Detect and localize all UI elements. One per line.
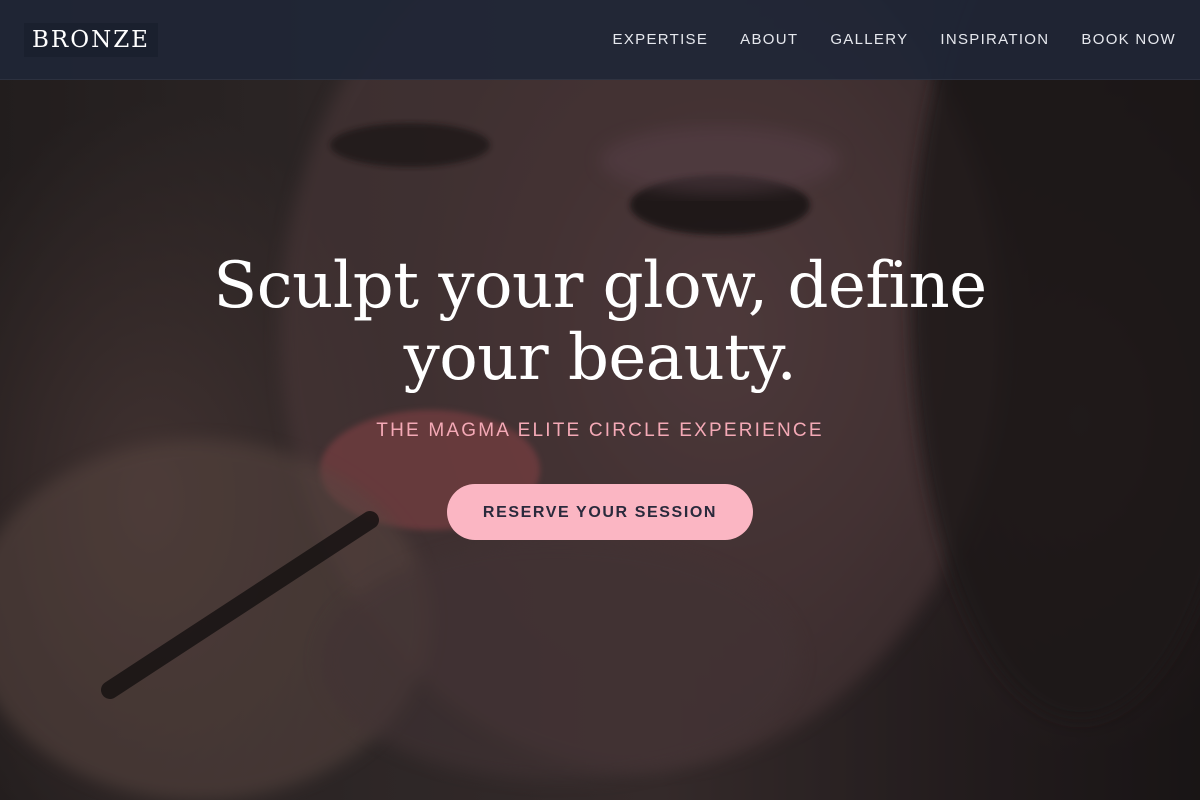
nav-link-inspiration[interactable]: INSPIRATION (940, 31, 1049, 48)
brand-logo[interactable]: BRONZE (24, 22, 158, 57)
hero-content: Sculpt your glow, define your beauty. TH… (0, 250, 1200, 540)
hero-section: Sculpt your glow, define your beauty. TH… (0, 0, 1200, 800)
nav-link-book-now[interactable]: BOOK NOW (1081, 31, 1176, 48)
reserve-session-button[interactable]: RESERVE YOUR SESSION (447, 484, 753, 540)
nav-links: EXPERTISE ABOUT GALLERY INSPIRATION BOOK… (613, 31, 1176, 48)
nav-link-gallery[interactable]: GALLERY (830, 31, 908, 48)
nav-link-about[interactable]: ABOUT (740, 31, 798, 48)
hero-subtitle: THE MAGMA ELITE CIRCLE EXPERIENCE (376, 420, 824, 441)
top-navigation: BRONZE EXPERTISE ABOUT GALLERY INSPIRATI… (0, 0, 1200, 80)
nav-link-expertise[interactable]: EXPERTISE (613, 31, 709, 48)
hero-headline: Sculpt your glow, define your beauty. (213, 249, 987, 395)
